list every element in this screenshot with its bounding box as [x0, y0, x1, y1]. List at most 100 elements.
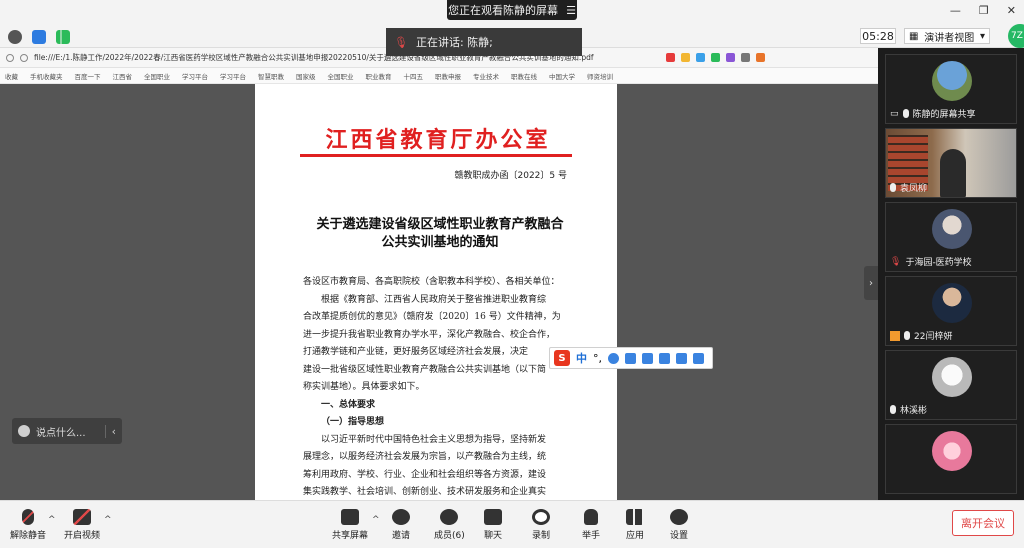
signal-icon[interactable] [56, 30, 70, 44]
record-button[interactable]: 录制 [532, 509, 550, 541]
keyboard-icon[interactable] [642, 352, 653, 364]
voice-icon[interactable] [625, 352, 636, 364]
participant-label: ▭ 陈静的屏幕共享 [890, 107, 976, 121]
chevron-up-icon[interactable]: ^ [104, 515, 112, 525]
user-avatar[interactable]: 7Z [1008, 24, 1024, 48]
participant-label: 袁凤柳 [890, 181, 927, 194]
toolbox-icon[interactable] [693, 352, 704, 364]
view-mode-label: 演讲者视图 [924, 32, 975, 44]
info-icon[interactable] [8, 30, 22, 44]
chevron-left-icon[interactable]: ‹ [104, 424, 122, 438]
leave-meeting-button[interactable]: 离开会议 [952, 510, 1014, 536]
bookmark-item[interactable]: 职教申报 [435, 71, 461, 81]
subsection-heading: （一）指导思想 [321, 417, 385, 427]
apps-label: 应用 [626, 531, 645, 541]
participant-label: 22闫梓妍 [890, 329, 952, 342]
invite-user-icon [392, 509, 410, 525]
bookmark-item[interactable]: 手机收藏夹 [30, 71, 63, 81]
mic-icon [902, 109, 909, 118]
share-banner: 您正在观看陈静的屏幕 ☰ [447, 0, 577, 20]
apps-button[interactable]: 应用 [626, 509, 644, 541]
notice-title-line: 公共实训基地的通知 [381, 235, 499, 250]
settings-button[interactable]: 设置 [670, 509, 688, 541]
participant-avatar [932, 431, 972, 471]
meeting-status-icons [8, 30, 70, 44]
skin-icon[interactable] [676, 352, 687, 364]
participant-tile[interactable]: 林溪彬 [885, 350, 1017, 420]
forward-icon[interactable] [20, 53, 28, 62]
chat-button[interactable]: 聊天 [484, 509, 502, 541]
red-divider [300, 154, 572, 157]
bookmark-item[interactable]: 收藏 [5, 71, 18, 81]
participant-avatar [932, 357, 972, 397]
chevron-up-icon[interactable]: ^ [372, 515, 380, 525]
bookmark-item[interactable]: 专业技术 [473, 71, 499, 81]
minimize-icon[interactable]: — [950, 4, 961, 17]
restore-icon[interactable]: ❐ [979, 4, 989, 17]
menu-icon[interactable]: ☰ [566, 4, 576, 17]
ime-toolbar[interactable]: S 中 °, [549, 347, 713, 369]
extension-icon[interactable] [726, 53, 735, 62]
shield-icon[interactable] [32, 30, 46, 44]
collapse-panel-handle[interactable]: › [864, 266, 878, 300]
bookmark-item[interactable]: 智慧职教 [258, 71, 284, 81]
extension-icon[interactable] [711, 53, 720, 62]
view-mode-button[interactable]: ▦ 演讲者视图 ▾ [904, 28, 990, 44]
close-icon[interactable]: ✕ [1007, 4, 1016, 17]
bookmark-item[interactable]: 十四五 [404, 71, 424, 81]
members-button[interactable]: 成员(6) [434, 509, 465, 541]
extension-icon[interactable] [696, 53, 705, 62]
back-icon[interactable] [6, 53, 14, 62]
extension-icon[interactable] [756, 53, 765, 62]
chat-icon [484, 509, 502, 525]
window-controls: — ❐ ✕ [950, 4, 1016, 17]
chevron-up-icon[interactable]: ^ [48, 515, 56, 525]
participant-tile[interactable]: 22闫梓妍 [885, 276, 1017, 346]
meeting-toolbar: 解除静音 ^ 开启视频 ^ 共享屏幕 ^ 邀请 成员(6) 聊天 录制 举手 应… [0, 500, 1024, 548]
user-icon[interactable] [659, 352, 670, 364]
share-screen-button[interactable]: 共享屏幕 [332, 509, 368, 541]
bookmark-item[interactable]: 全国职业 [328, 71, 354, 81]
pdf-viewer[interactable]: 江西省教育厅办公室 赣教职成办函〔2022〕5 号 关于遴选建设省级区域性职业教… [0, 84, 878, 500]
bookmark-item[interactable]: 百度一下 [75, 71, 101, 81]
unmute-label: 解除静音 [10, 531, 47, 541]
bookmark-item[interactable]: 师资培训 [587, 71, 613, 81]
invite-button[interactable]: 邀请 [392, 509, 410, 541]
shared-screen: file:///E:/1.陈静工作/2022年/2022春/江西省医药学校区域性… [0, 48, 878, 500]
emoji-icon[interactable] [18, 425, 30, 437]
bookmark-item[interactable]: 中国大学 [549, 71, 575, 81]
members-label: 成员(6) [434, 531, 465, 541]
chat-placeholder: 说点什么... [36, 427, 86, 439]
bookmark-item[interactable]: 江西省 [113, 71, 133, 81]
participant-tile[interactable] [885, 424, 1017, 494]
extension-icon[interactable] [666, 53, 675, 62]
ime-chinese-mode[interactable]: 中 [576, 350, 587, 366]
start-video-button[interactable]: 开启视频 [64, 509, 100, 541]
body-line: 合改革提质创优的意见》（赣府发〔2020〕16 号）文件精神，为 [303, 312, 561, 322]
hand-icon [584, 509, 598, 525]
participant-tile[interactable]: 🎙 于海园-医药学校 [885, 202, 1017, 272]
chat-input[interactable]: 说点什么... ‹ [12, 418, 122, 444]
participant-name: 陈静的屏幕共享 [912, 110, 976, 120]
start-video-label: 开启视频 [64, 531, 101, 541]
raise-hand-button[interactable]: 举手 [582, 509, 600, 541]
participant-tile[interactable]: 袁凤柳 [885, 128, 1017, 198]
body-line: 筹利用政府、学校、行业、企业和社会组织等各方资源，建设 [303, 469, 547, 480]
extension-icon[interactable] [741, 53, 750, 62]
body-line: 各设区市教育局、各高职院校（含职教本科学校）、各相关单位： [303, 277, 560, 287]
settings-label: 设置 [670, 531, 689, 541]
extension-icon[interactable] [681, 53, 690, 62]
bookmark-item[interactable]: 学习平台 [182, 71, 208, 81]
bookmark-item[interactable]: 全国职业 [144, 71, 170, 81]
bookmark-item[interactable]: 国家级 [296, 71, 316, 81]
ime-punctuation[interactable]: °, [593, 352, 602, 365]
participant-person [940, 149, 966, 197]
emoji-icon[interactable] [608, 352, 619, 364]
bookmark-item[interactable]: 学习平台 [220, 71, 246, 81]
sogou-ime-icon[interactable]: S [554, 350, 570, 366]
bookmark-item[interactable]: 职业教育 [366, 71, 392, 81]
participant-tile[interactable]: ▭ 陈静的屏幕共享 [885, 54, 1017, 124]
bookmark-item[interactable]: 职教在线 [511, 71, 537, 81]
unmute-button[interactable]: 解除静音 [10, 509, 46, 541]
mic-icon [890, 183, 896, 192]
